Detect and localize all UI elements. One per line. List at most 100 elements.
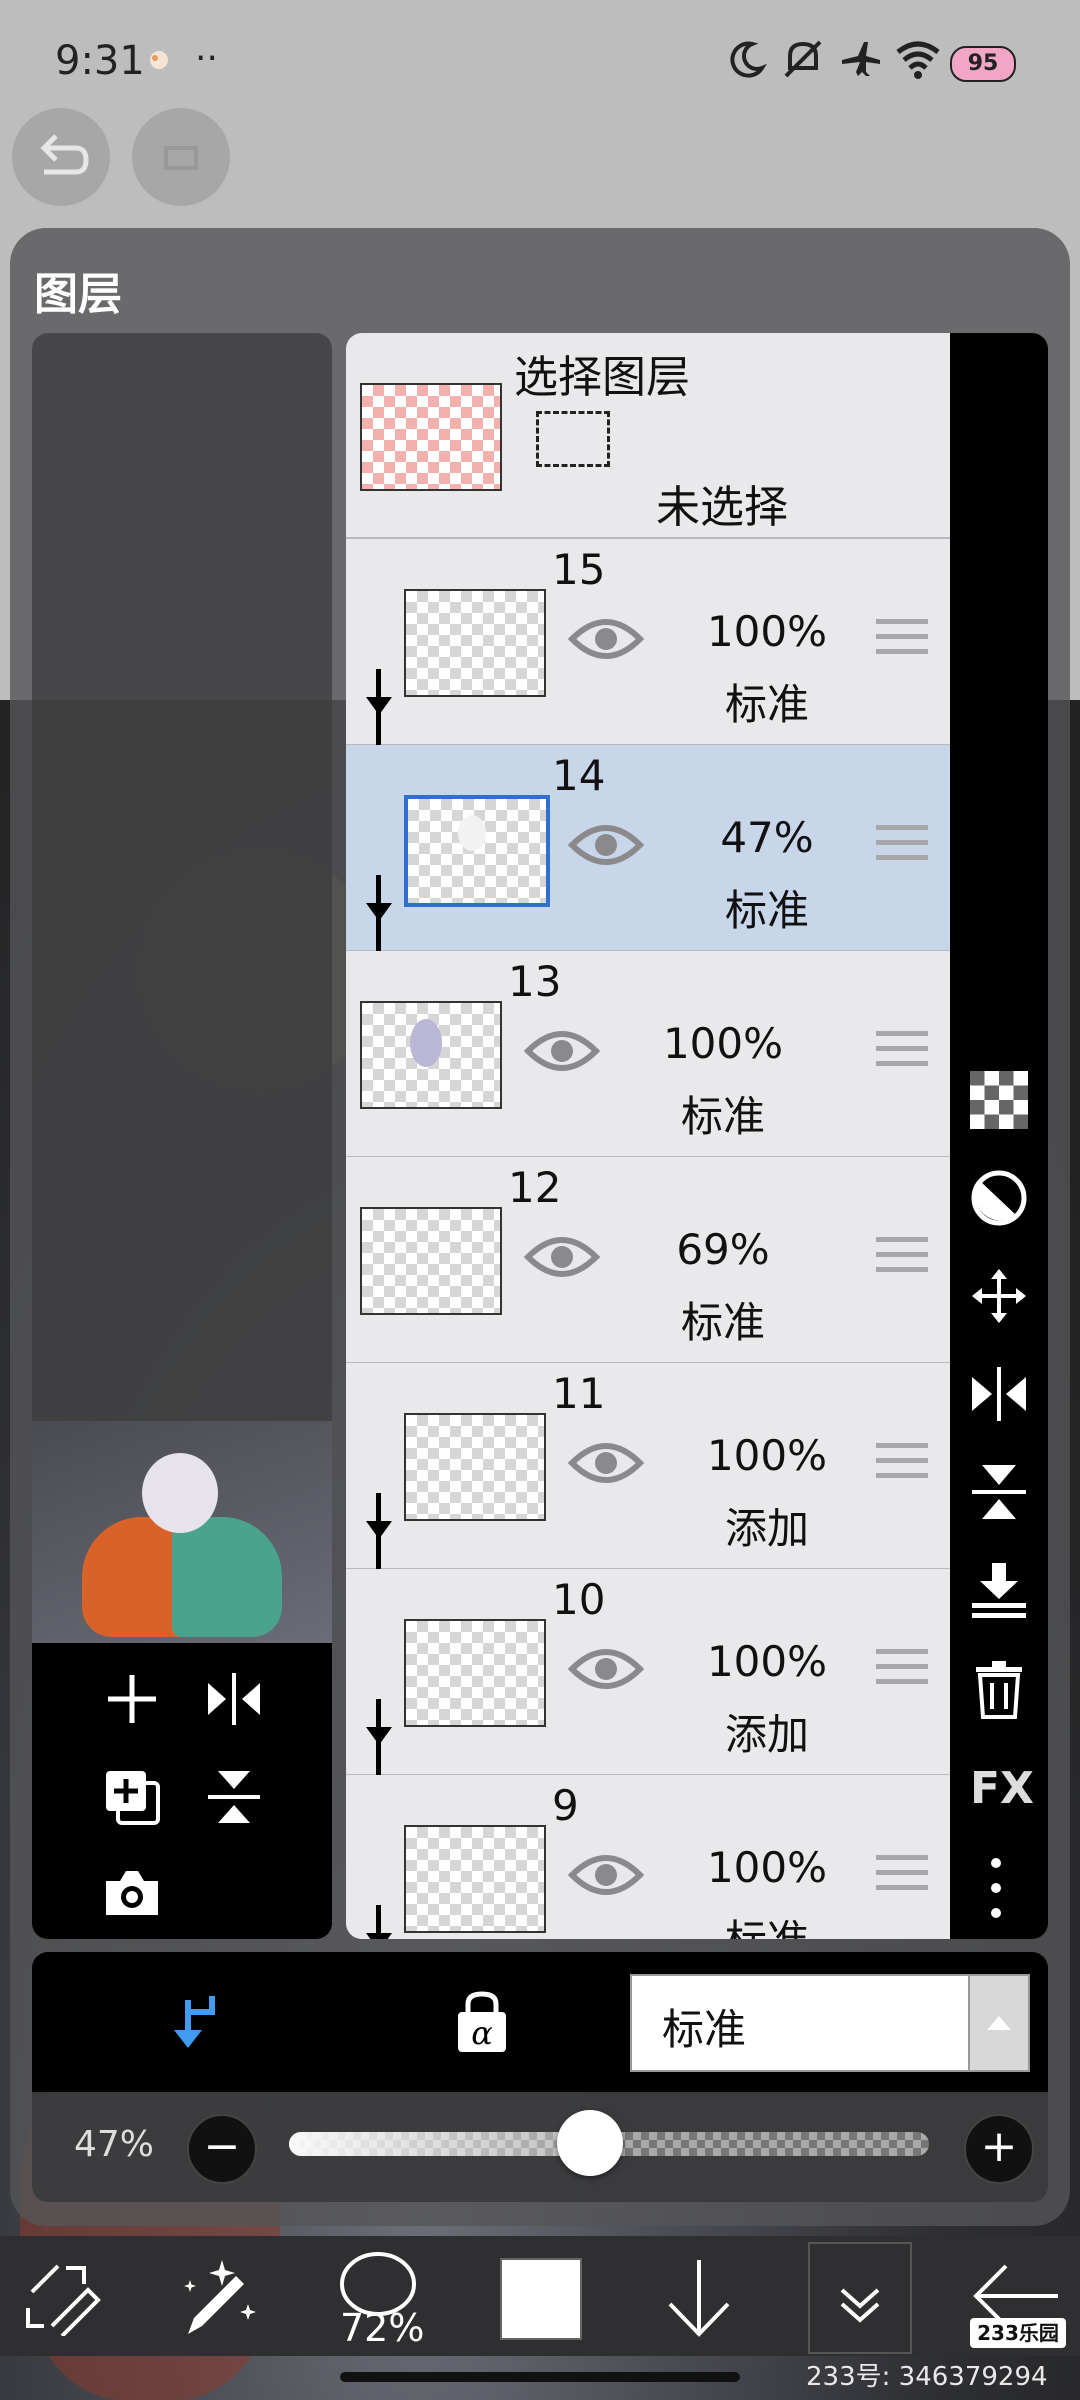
drag-handle-icon[interactable] — [876, 825, 928, 870]
layer-thumbnail[interactable] — [360, 1001, 502, 1109]
flip-vertical-icon — [972, 1465, 1026, 1519]
thumbnail-shape — [172, 1517, 282, 1637]
layer-opacity: 69% — [676, 1225, 770, 1274]
flip-horizontal-icon — [972, 1367, 1026, 1421]
visibility-eye-icon[interactable] — [567, 1847, 645, 1907]
drag-handle-icon[interactable] — [876, 1649, 928, 1694]
redo-icon — [164, 146, 198, 170]
layer-action-grid — [32, 1643, 332, 1939]
drag-handle-icon[interactable] — [876, 1855, 928, 1900]
flip-layer-vertical-button[interactable] — [970, 1463, 1028, 1525]
opacity-slider-fill — [289, 2132, 590, 2156]
flip-layer-horizontal-button[interactable] — [970, 1365, 1028, 1427]
watermark-logo: 233乐园 — [970, 2318, 1066, 2348]
undo-button[interactable] — [12, 108, 110, 206]
opacity-slider-knob[interactable] — [556, 2110, 623, 2176]
drag-handle-icon[interactable] — [876, 619, 928, 664]
drag-handle-icon[interactable] — [876, 1237, 928, 1282]
blend-mode-value: 标准 — [662, 2005, 747, 2054]
layer-opacity: 100% — [706, 1431, 828, 1480]
brush-size-value: 72% — [340, 2306, 425, 2350]
alpha-lock-button[interactable]: α — [452, 1990, 512, 2058]
panel-title: 图层 — [34, 269, 122, 320]
alpha-lock-icon: α — [458, 1991, 506, 2052]
layer-number: 11 — [552, 1369, 606, 1418]
scroll-down-button[interactable] — [664, 2256, 734, 2344]
layer-number: 14 — [552, 751, 606, 800]
duplicate-layer-button[interactable] — [102, 1767, 164, 1833]
opacity-decrease-button[interactable]: − — [187, 2114, 257, 2184]
clipping-arrow-icon — [364, 1513, 394, 1547]
layer-number: 10 — [552, 1575, 606, 1624]
magic-pen-tool-button[interactable] — [178, 2256, 262, 2344]
layer-panel: 图层 选择图层 未选择 15 100% 标准 14 47% 标准 13 100%… — [10, 228, 1070, 2226]
transform-tool-button[interactable] — [22, 2256, 102, 2340]
layer-row[interactable]: 15 100% 标准 — [346, 539, 950, 749]
layer-blend-mode: 添加 — [724, 1710, 809, 1759]
drag-handle-icon[interactable] — [876, 1443, 928, 1488]
layer-blend-mode: 标准 — [682, 1907, 852, 1939]
blend-mode-dropdown[interactable]: 标准 — [630, 1974, 1030, 2072]
opacity-increase-button[interactable]: + — [964, 2114, 1034, 2184]
layer-thumbnail[interactable] — [404, 589, 546, 697]
layer-blend-mode: 标准 — [680, 1298, 765, 1347]
trash-icon — [976, 1661, 1022, 1719]
layer-row[interactable]: 13 100% 标准 — [346, 951, 950, 1158]
visibility-eye-icon[interactable] — [567, 1641, 645, 1701]
color-swatch[interactable] — [500, 2258, 582, 2340]
layer-thumbnail[interactable] — [404, 1825, 546, 1933]
bottom-toolbar: 72% — [0, 2236, 1080, 2356]
flip-horizontal-button[interactable] — [204, 1669, 264, 1733]
layer-thumbnail[interactable] — [404, 1619, 546, 1727]
layer-list[interactable]: 选择图层 未选择 15 100% 标准 14 47% 标准 13 100% 标准 12 69% 标准 1… — [346, 333, 950, 1939]
layer-menu-button[interactable] — [808, 2242, 912, 2354]
layer-opacity: 47% — [720, 813, 814, 862]
selection-layer-row[interactable]: 选择图层 未选择 — [346, 333, 950, 539]
canvas-thumbnail[interactable] — [32, 1421, 332, 1643]
visibility-eye-icon[interactable] — [567, 817, 645, 877]
visibility-eye-icon[interactable] — [523, 1023, 601, 1083]
duplicate-icon — [106, 1771, 160, 1825]
layer-row[interactable]: 10 100% 添加 — [346, 1569, 950, 1779]
layer-blend-mode: 标准 — [680, 1092, 765, 1141]
drag-handle-icon[interactable] — [876, 1031, 928, 1076]
flip-vertical-button[interactable] — [204, 1767, 264, 1831]
home-indicator[interactable] — [340, 2372, 740, 2382]
fill-layer-button[interactable] — [970, 1169, 1028, 1231]
visibility-eye-icon[interactable] — [567, 611, 645, 671]
delete-layer-button[interactable] — [970, 1659, 1028, 1725]
layer-row[interactable]: 12 69% 标准 — [346, 1157, 950, 1364]
fx-button[interactable]: FX — [970, 1763, 1034, 1814]
layer-blend-mode: 标准 — [724, 886, 809, 935]
layer-row[interactable]: 9 100% 标准 — [346, 1775, 950, 1939]
visibility-eye-icon[interactable] — [567, 1435, 645, 1495]
clipping-arrow-icon — [364, 895, 394, 929]
more-options-button[interactable] — [986, 1855, 1006, 1925]
flip-vertical-icon — [208, 1771, 260, 1823]
layer-row[interactable]: 14 47% 标准 — [346, 745, 950, 955]
layer-number: 13 — [508, 957, 562, 1006]
move-icon — [972, 1269, 1026, 1323]
more-vertical-icon — [991, 1858, 1001, 1918]
layer-thumbnail[interactable] — [360, 1207, 502, 1315]
layer-thumbnail[interactable] — [404, 1413, 546, 1521]
move-layer-button[interactable] — [970, 1267, 1028, 1329]
opacity-slider[interactable] — [289, 2110, 929, 2176]
camera-button[interactable] — [102, 1865, 162, 1925]
layer-opacity: 100% — [706, 1637, 828, 1686]
status-bar: 9:31 ·· 95 — [0, 0, 1080, 125]
layer-thumbnail[interactable] — [404, 795, 550, 907]
layer-row[interactable]: 11 100% 添加 — [346, 1363, 950, 1573]
more-notifications-indicator: ·· — [195, 38, 218, 79]
add-layer-button[interactable] — [102, 1669, 162, 1733]
moon-icon — [726, 38, 768, 84]
checkerboard-icon — [970, 1071, 1028, 1129]
visibility-eye-icon[interactable] — [523, 1229, 601, 1289]
merge-down-button[interactable] — [970, 1561, 1028, 1623]
transparency-lock-button[interactable] — [970, 1071, 1028, 1133]
canvas-preview-column — [32, 333, 332, 1939]
clipping-icon — [174, 1996, 215, 2048]
layer-blend-mode: 添加 — [724, 1504, 809, 1553]
redo-button[interactable] — [132, 108, 230, 206]
clipping-toggle-button[interactable] — [162, 1990, 222, 2056]
